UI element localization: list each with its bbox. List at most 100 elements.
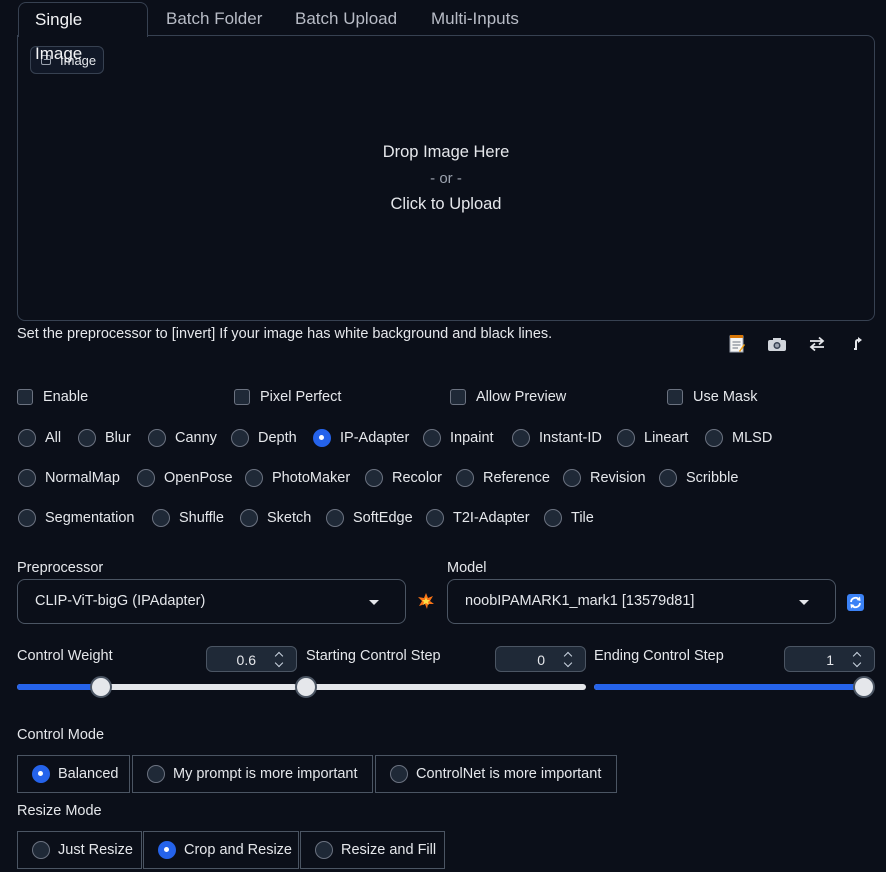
slider-thumb[interactable] [853,676,875,698]
arrow-upload-icon[interactable] [847,334,867,354]
camera-icon[interactable] [767,334,787,354]
tab-single-image[interactable]: Single Image [18,2,148,63]
radio-label: Resize and Fill [341,842,437,858]
checkbox-label: Pixel Perfect [260,389,342,405]
ending-step-label: Ending Control Step [594,648,724,664]
starting-step-input[interactable]: 0 [495,646,586,672]
radio-option[interactable]: My prompt is more important [133,756,372,792]
radio-label: Shuffle [179,510,224,526]
radio-circle[interactable] [240,509,258,527]
radio-option[interactable]: ControlNet is more important [376,756,616,792]
control-weight-slider[interactable] [17,676,297,698]
resize-mode-option-resize-and-fill[interactable]: Resize and Fill [300,831,445,869]
radio-label: NormalMap [45,470,120,486]
radio-circle[interactable] [544,509,562,527]
chevron-down-icon [799,600,809,605]
radio-circle[interactable] [365,469,383,487]
ending-step-input[interactable]: 1 [784,646,875,672]
radio-label: Just Resize [58,842,133,858]
radio-circle[interactable] [231,429,249,447]
tab-batch-upload[interactable]: Batch Upload [279,2,413,36]
click-upload-text[interactable]: Click to Upload [17,195,875,214]
swap-icon[interactable] [807,334,827,354]
spinner-icon[interactable] [563,651,575,667]
notes-icon[interactable] [727,334,747,354]
slider-thumb[interactable] [90,676,112,698]
preprocessor-dropdown[interactable]: CLIP-ViT-bigG (IPAdapter) [17,579,406,624]
radio-label: My prompt is more important [173,766,358,782]
radio-circle[interactable] [313,429,331,447]
control-mode-option-controlnet-is-more-important[interactable]: ControlNet is more important [375,755,617,793]
control-mode-label: Control Mode [17,727,105,743]
radio-label: Blur [105,430,131,446]
radio-circle[interactable] [32,765,50,783]
resize-mode-option-crop-and-resize[interactable]: Crop and Resize [143,831,299,869]
radio-circle[interactable] [705,429,723,447]
radio-label: Recolor [392,470,442,486]
radio-circle[interactable] [456,469,474,487]
radio-option[interactable]: Balanced [18,756,129,792]
radio-circle[interactable] [32,841,50,859]
number-value: 0 [537,652,545,668]
radio-circle[interactable] [78,429,96,447]
radio-circle[interactable] [659,469,677,487]
checkbox-box[interactable] [234,389,250,405]
radio-circle[interactable] [512,429,530,447]
radio-option[interactable]: Crop and Resize [144,832,298,868]
radio-circle[interactable] [617,429,635,447]
radio-label: Inpaint [450,430,494,446]
radio-label: ControlNet is more important [416,766,602,782]
radio-circle[interactable] [18,429,36,447]
radio-circle[interactable] [423,429,441,447]
checkbox-box[interactable] [450,389,466,405]
control-mode-option-my-prompt-is-more-important[interactable]: My prompt is more important [132,755,373,793]
chevron-down-icon [369,600,379,605]
radio-circle[interactable] [147,765,165,783]
radio-circle[interactable] [137,469,155,487]
radio-option[interactable]: Just Resize [18,832,141,868]
radio-circle[interactable] [326,509,344,527]
slider-thumb[interactable] [295,676,317,698]
ending-step-slider[interactable] [594,676,875,698]
control-mode-option-balanced[interactable]: Balanced [17,755,130,793]
refresh-models-icon[interactable] [847,594,864,611]
checkbox-box[interactable] [667,389,683,405]
preprocessor-label: Preprocessor [17,560,104,576]
radio-label: MLSD [732,430,773,446]
model-label: Model [447,560,487,576]
tab-batch-folder[interactable]: Batch Folder [150,2,278,36]
radio-circle[interactable] [18,469,36,487]
radio-circle[interactable] [18,509,36,527]
starting-step-slider[interactable] [295,676,586,698]
radio-label: OpenPose [164,470,233,486]
radio-circle[interactable] [315,841,333,859]
radio-circle[interactable] [390,765,408,783]
control-weight-input[interactable]: 0.6 [206,646,297,672]
model-value: noobIPAMARK1_mark1 [13579d81] [465,593,695,609]
spinner-icon[interactable] [274,651,286,667]
model-dropdown[interactable]: noobIPAMARK1_mark1 [13579d81] [447,579,836,624]
radio-circle[interactable] [152,509,170,527]
tab-multi-inputs[interactable]: Multi-Inputs [415,2,535,36]
resize-mode-option-just-resize[interactable]: Just Resize [17,831,142,869]
radio-circle[interactable] [158,841,176,859]
preprocessor-value: CLIP-ViT-bigG (IPAdapter) [35,593,206,609]
number-value: 1 [826,652,834,668]
radio-label: Reference [483,470,550,486]
radio-circle[interactable] [426,509,444,527]
radio-option[interactable]: Resize and Fill [301,832,444,868]
starting-step-label: Starting Control Step [306,648,441,664]
radio-label: Crop and Resize [184,842,292,858]
radio-label: PhotoMaker [272,470,351,486]
radio-label: IP-Adapter [340,430,410,446]
radio-label: Balanced [58,766,119,782]
run-preprocessor-icon[interactable] [417,592,435,610]
radio-circle[interactable] [245,469,263,487]
checkbox-box[interactable] [17,389,33,405]
radio-circle[interactable] [148,429,166,447]
slider-fill [594,684,864,690]
radio-label: Revision [590,470,646,486]
radio-label: Canny [175,430,217,446]
spinner-icon[interactable] [852,651,864,667]
radio-circle[interactable] [563,469,581,487]
